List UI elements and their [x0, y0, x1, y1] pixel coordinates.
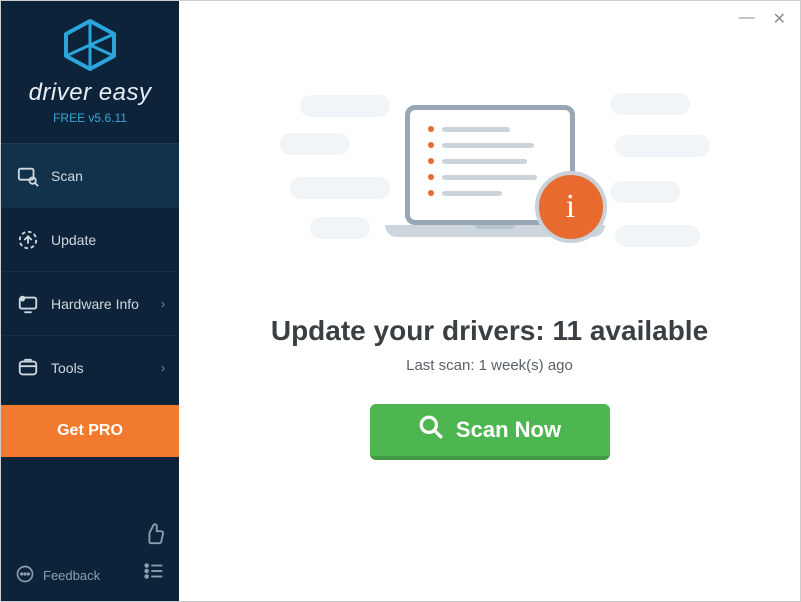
feedback-button[interactable]: Feedback: [15, 564, 100, 587]
minimize-button[interactable]: —: [739, 9, 755, 29]
main-area: — ✕: [179, 1, 800, 601]
scan-now-label: Scan Now: [456, 417, 561, 443]
last-scan-text: Last scan: 1 week(s) ago: [406, 357, 573, 374]
brand-title: driver easy: [11, 79, 169, 107]
update-icon: [17, 229, 39, 251]
sidebar-item-update[interactable]: Update: [1, 207, 179, 271]
app-window: driver easy FREE v5.6.11 Scan: [1, 1, 800, 601]
get-pro-button[interactable]: Get PRO: [1, 405, 179, 457]
svg-text:i: i: [22, 296, 23, 301]
sidebar: driver easy FREE v5.6.11 Scan: [1, 1, 179, 601]
brand-block: driver easy FREE v5.6.11: [1, 1, 179, 137]
chevron-right-icon: ›: [161, 361, 165, 375]
window-controls: — ✕: [739, 9, 786, 29]
thumbs-up-icon[interactable]: [143, 523, 165, 550]
headline-text: Update your drivers: 11 available: [271, 315, 708, 347]
sidebar-footer: Feedback: [1, 513, 179, 601]
content: i Update your drivers: 11 available Last…: [179, 1, 800, 601]
sidebar-item-tools[interactable]: Tools ›: [1, 335, 179, 399]
logo-icon: [11, 19, 169, 71]
get-pro-label: Get PRO: [57, 422, 123, 439]
illustration: i: [340, 85, 640, 285]
sidebar-item-label: Hardware Info: [51, 296, 139, 312]
laptop-icon: i: [385, 105, 595, 237]
search-icon: [418, 414, 444, 446]
tools-icon: [17, 357, 39, 379]
feedback-label: Feedback: [43, 568, 100, 583]
nav: Scan Update: [1, 143, 179, 513]
sidebar-item-label: Tools: [51, 360, 84, 376]
hardware-info-icon: i: [17, 293, 39, 315]
sidebar-item-scan[interactable]: Scan: [1, 143, 179, 207]
chevron-right-icon: ›: [161, 297, 165, 311]
close-button[interactable]: ✕: [773, 9, 786, 29]
sidebar-item-label: Scan: [51, 168, 83, 184]
sidebar-item-hardware-info[interactable]: i Hardware Info ›: [1, 271, 179, 335]
scan-now-button[interactable]: Scan Now: [370, 404, 610, 460]
scan-icon: [17, 165, 39, 187]
info-badge-label: i: [566, 188, 575, 226]
sidebar-item-label: Update: [51, 232, 96, 248]
menu-list-icon[interactable]: [143, 560, 165, 587]
info-badge-icon: i: [535, 171, 607, 243]
feedback-icon: [15, 564, 35, 587]
brand-subtitle: FREE v5.6.11: [11, 111, 169, 125]
